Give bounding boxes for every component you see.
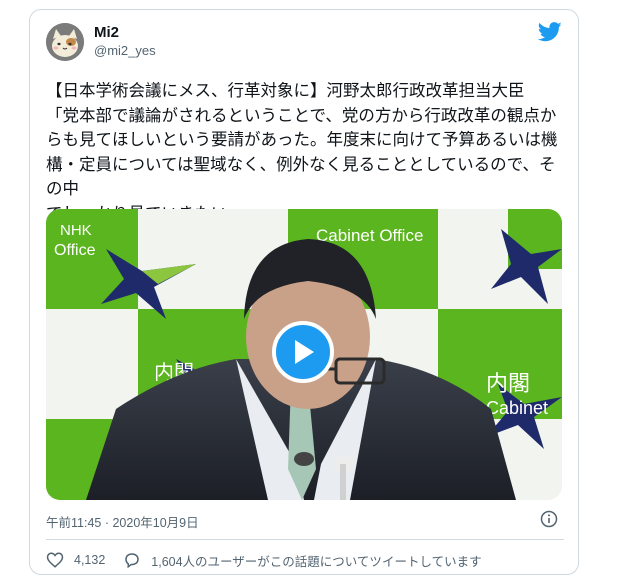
sign-nhk: NHK — [60, 222, 92, 239]
sign-cabinet-office: Cabinet Office — [316, 226, 423, 245]
user-handle[interactable]: @mi2_yes — [94, 43, 156, 58]
play-button[interactable] — [272, 321, 334, 383]
tweet-timestamp[interactable]: 午前11:45 · 2020年10月9日 — [46, 512, 199, 531]
sign-office-left: Office — [54, 242, 96, 259]
heart-icon[interactable] — [46, 551, 64, 569]
divider — [46, 539, 564, 540]
display-name[interactable]: Mi2 — [94, 24, 119, 41]
play-icon — [295, 340, 314, 364]
sign-cabinet-right: Cabinet — [486, 398, 548, 418]
info-icon[interactable] — [540, 510, 558, 528]
tweet-text: 【日本学術会議にメス、行革対象に】河野太郎行政改革担当大臣 「党本部で議論がされ… — [46, 81, 558, 223]
reply-icon[interactable] — [123, 551, 141, 569]
tweet-actions: 4,132 1,604人のユーザーがこの話題についてツイートしています — [46, 550, 482, 570]
avatar[interactable] — [46, 23, 84, 61]
sign-jp-right: 内閣 — [486, 372, 530, 397]
video-player[interactable]: NHK Office Cabinet Office 内閣 Cabinet 内閣 — [46, 209, 562, 500]
avatar-cat-image — [46, 23, 84, 61]
like-count[interactable]: 4,132 — [74, 553, 105, 567]
conversation-link[interactable]: 1,604人のユーザーがこの話題についてツイートしています — [151, 551, 481, 570]
twitter-bird-icon[interactable] — [538, 22, 562, 42]
tweet-card[interactable]: Mi2 @mi2_yes 【日本学術会議にメス、行革対象に】河野太郎行政改革担当… — [29, 9, 579, 575]
